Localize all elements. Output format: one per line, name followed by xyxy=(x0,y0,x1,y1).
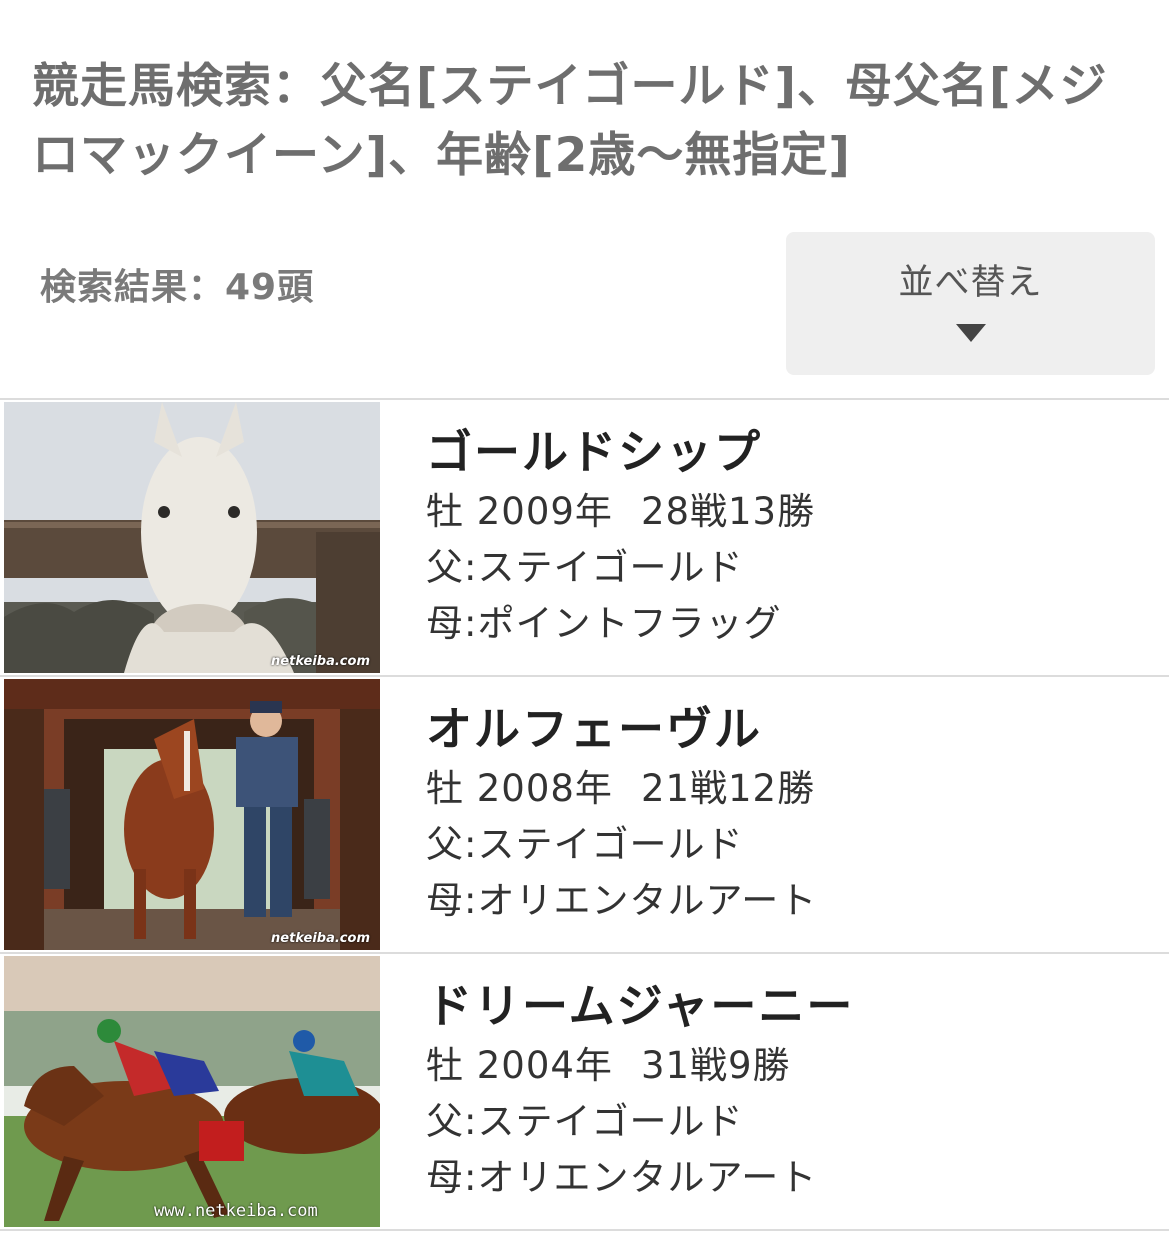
sort-button[interactable]: 並べ替え xyxy=(786,232,1155,375)
horse-info: ゴールドシップ 牡 2009年 28戦13勝 父:ステイゴールド 母:ポイントフラ… xyxy=(426,420,815,652)
horse-info: オルフェーヴル 牡 2008年 21戦12勝 父:ステイゴールド 母:オリエンタル… xyxy=(426,697,817,929)
horse-sex-year: 牡 2009年 xyxy=(426,490,613,533)
horse-record: 21戦12勝 xyxy=(640,767,816,810)
page-title: 競走馬検索：父名[ステイゴールド]、母父名[メジロマックイーン]、年齢[2歳〜無… xyxy=(32,59,1108,183)
photo-watermark: www.netkeiba.com xyxy=(154,1201,318,1221)
horse-dam: 母:オリエンタルアート xyxy=(426,1156,818,1199)
horse-sire: 父:ステイゴールド xyxy=(426,823,744,866)
horse-photo[interactable]: netkeiba.com xyxy=(4,679,380,950)
result-list: netkeiba.com ゴールドシップ 牡 2009年 28戦13勝 父:ステイ… xyxy=(0,398,1169,1231)
horse-photo-image xyxy=(4,402,380,673)
result-count: 検索結果：49頭 xyxy=(40,267,315,308)
list-item[interactable]: www.netkeiba.com ドリームジャーニー 牡 2004年 31戦9勝 … xyxy=(0,954,1169,1231)
horse-profile: 牡 2009年 28戦13勝 xyxy=(426,484,815,540)
sort-label: 並べ替え xyxy=(898,263,1043,302)
horse-photo-image xyxy=(4,679,380,950)
horse-name[interactable]: オルフェーヴル xyxy=(426,697,817,761)
horse-photo[interactable]: netkeiba.com xyxy=(4,402,380,673)
horse-record: 31戦9勝 xyxy=(640,1044,791,1087)
triangle-down-icon xyxy=(955,324,986,342)
horse-photo[interactable]: www.netkeiba.com xyxy=(4,956,380,1227)
horse-name[interactable]: ゴールドシップ xyxy=(426,420,815,484)
list-item[interactable]: netkeiba.com ゴールドシップ 牡 2009年 28戦13勝 父:ステイ… xyxy=(0,400,1169,677)
horse-profile: 牡 2008年 21戦12勝 xyxy=(426,761,817,817)
horse-dam: 母:オリエンタルアート xyxy=(426,879,818,922)
list-item[interactable]: netkeiba.com オルフェーヴル 牡 2008年 21戦12勝 父:ステイ… xyxy=(0,677,1169,954)
horse-dam: 母:ポイントフラッグ xyxy=(426,602,782,645)
horse-sex-year: 牡 2008年 xyxy=(426,767,613,810)
horse-sex-year: 牡 2004年 xyxy=(426,1044,613,1087)
horse-sire: 父:ステイゴールド xyxy=(426,1100,744,1143)
photo-watermark: netkeiba.com xyxy=(271,654,370,669)
horse-photo-image xyxy=(4,956,380,1227)
photo-watermark: netkeiba.com xyxy=(271,931,370,946)
horse-sire: 父:ステイゴールド xyxy=(426,546,744,589)
horse-name[interactable]: ドリームジャーニー xyxy=(426,974,854,1038)
horse-record: 28戦13勝 xyxy=(640,490,816,533)
horse-info: ドリームジャーニー 牡 2004年 31戦9勝 父:ステイゴールド 母:オリエンタ… xyxy=(426,974,854,1206)
horse-profile: 牡 2004年 31戦9勝 xyxy=(426,1038,854,1094)
